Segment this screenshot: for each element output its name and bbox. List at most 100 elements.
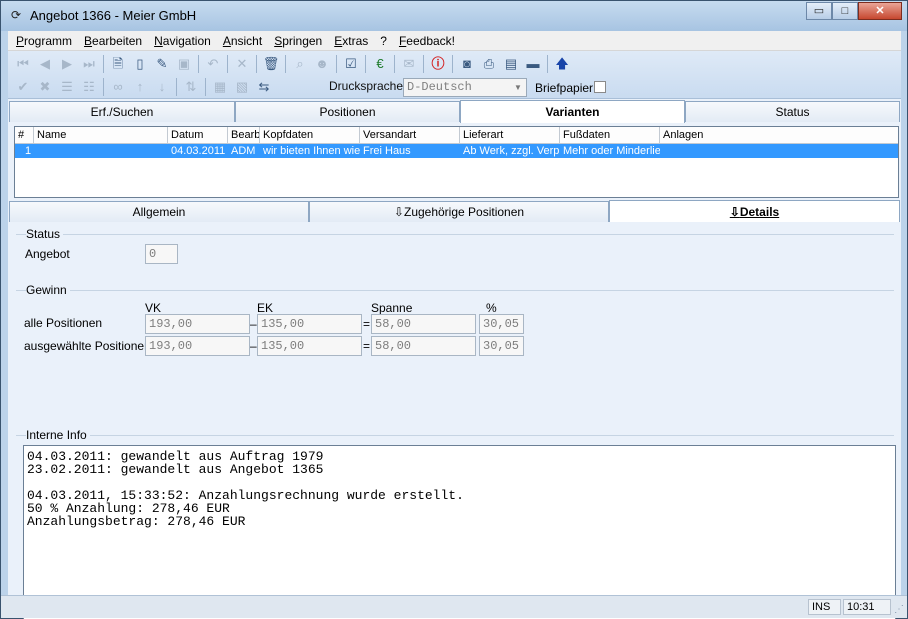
undo-icon[interactable]: ↶ <box>202 54 224 74</box>
menu-programm[interactable]: Programm <box>10 34 78 48</box>
note-icon[interactable]: ▤ <box>500 54 522 74</box>
druck-select[interactable]: D-Deutsch ▼ <box>403 78 527 97</box>
table-cell: 1 <box>25 145 32 157</box>
mail-icon[interactable]: ✉ <box>398 54 420 74</box>
column-header[interactable]: Bearb <box>228 127 260 143</box>
card-icon[interactable]: ▬ <box>522 54 544 74</box>
menu-bearbeiten[interactable]: Bearbeiten <box>78 34 148 48</box>
insert-mode-indicator: INS <box>808 599 841 615</box>
percent-field[interactable]: 30,05 <box>479 336 524 356</box>
column-header[interactable]: Kopfdaten <box>260 127 360 143</box>
toolbar-row-1: ⏮ ◀ ▶ ⏭ 🗎 ▯ ✎ ▣ ↶ ✕ 🗑 ⌕ ☻ ☑ € ✉ ⓘ ◙ ⎙ ▤ … <box>12 53 573 75</box>
tab-positionen[interactable]: Positionen <box>235 101 460 122</box>
last-record-icon[interactable]: ⏭ <box>78 54 100 74</box>
toolbar-separator <box>256 55 257 73</box>
vk-field[interactable]: 193,00 <box>145 336 250 356</box>
variants-grid[interactable]: # Name Datum Bearb Kopfdaten Versandart … <box>14 126 899 198</box>
printer-icon[interactable]: ⎙ <box>478 54 500 74</box>
new-document-icon[interactable]: 🗎 <box>107 54 129 74</box>
previous-record-icon[interactable]: ◀ <box>34 54 56 74</box>
tab-details[interactable]: ⇩Details <box>609 200 900 223</box>
edit-pencil-icon[interactable]: ✎ <box>151 54 173 74</box>
table-cell: wir bieten Ihnen wie <box>263 145 360 157</box>
gewinn-group-title: Gewinn <box>26 283 70 297</box>
ausgewaehlte-positionen-label: ausgewählte Positionen <box>24 339 151 353</box>
cancel-icon[interactable]: ✕ <box>231 54 253 74</box>
arrow-up-icon[interactable]: 🡅 <box>551 54 573 74</box>
ek-field[interactable]: 135,00 <box>257 336 362 356</box>
toolbar-separator <box>176 78 177 96</box>
info-group: Interne Info <box>16 428 894 445</box>
minimize-button[interactable]: ▭ <box>806 2 832 20</box>
menu-navigation[interactable]: Navigation <box>148 34 217 48</box>
table-cell: Ab Werk, zzgl. Verp <box>463 145 560 157</box>
list-cross-icon[interactable]: ☷ <box>78 77 100 97</box>
binoculars-icon[interactable]: ⌕ <box>289 54 311 74</box>
column-header[interactable]: # <box>15 127 34 143</box>
brief-checkbox[interactable] <box>594 81 606 93</box>
ek-field[interactable]: 135,00 <box>257 314 362 334</box>
tab-erf-suchen[interactable]: Erf./Suchen <box>9 101 235 122</box>
interne-info-textarea[interactable]: 04.03.2011: gewandelt aus Auftrag 1979 2… <box>23 445 896 619</box>
chevron-down-icon[interactable]: ▼ <box>510 79 526 96</box>
link-icon[interactable]: ∞ <box>107 77 129 97</box>
tab-zugehoerige-positionen[interactable]: ⇩Zugehörige Positionen <box>309 201 609 222</box>
transfer-icon[interactable]: ⇆ <box>253 77 275 97</box>
column-header[interactable]: Anlagen <box>660 127 896 143</box>
currency-document-icon[interactable]: € <box>369 54 391 74</box>
list-check-icon[interactable]: ☰ <box>56 77 78 97</box>
calculator-icon[interactable]: ▦ <box>209 77 231 97</box>
info-icon[interactable]: ⓘ <box>427 54 449 74</box>
table-row[interactable]: 1 04.03.2011 ADM wir bieten Ihnen wie Fr… <box>15 144 898 158</box>
angebot-field[interactable]: 0 <box>145 244 178 264</box>
blank-document-icon[interactable]: ▯ <box>129 54 151 74</box>
move-up-icon[interactable]: ↑ <box>129 77 151 97</box>
toolbar-separator <box>285 55 286 73</box>
percent-field[interactable]: 30,05 <box>479 314 524 334</box>
spanne-field[interactable]: 58,00 <box>371 336 476 356</box>
search-people-icon[interactable]: ☻ <box>311 54 333 74</box>
sort-icon[interactable]: ⇅ <box>180 77 202 97</box>
column-header[interactable]: Fußdaten <box>560 127 660 143</box>
resize-grip-icon[interactable]: ⋰ <box>893 604 905 616</box>
window-title: Angebot 1366 - Meier GmbH <box>30 8 197 23</box>
title-bar[interactable]: ⟳ Angebot 1366 - Meier GmbH ▭ □ ✕ <box>1 1 907 31</box>
first-record-icon[interactable]: ⏮ <box>12 54 34 74</box>
toolbar-separator <box>227 55 228 73</box>
spanne-column-label: Spanne <box>371 301 413 315</box>
menu-extras[interactable]: Extras <box>328 34 374 48</box>
minus-sign: – <box>250 339 257 353</box>
toolbar-separator <box>198 55 199 73</box>
column-header[interactable]: Versandart <box>360 127 460 143</box>
menu-help[interactable]: ? <box>374 34 393 48</box>
move-down-icon[interactable]: ↓ <box>151 77 173 97</box>
tab-varianten[interactable]: Varianten <box>460 100 685 123</box>
spanne-field[interactable]: 58,00 <box>371 314 476 334</box>
checklist-icon[interactable]: ☑ <box>340 54 362 74</box>
save-icon[interactable]: ▣ <box>173 54 195 74</box>
table-cell: Frei Haus <box>363 145 411 157</box>
toolbar-separator <box>336 55 337 73</box>
tab-allgemein[interactable]: Allgemein <box>9 201 309 222</box>
reject-icon[interactable]: ✖ <box>34 77 56 97</box>
next-record-icon[interactable]: ▶ <box>56 54 78 74</box>
column-header[interactable]: Datum <box>168 127 228 143</box>
menu-feedback[interactable]: Feedback! <box>393 34 461 48</box>
arrow-down-icon: ⇩ <box>393 205 404 219</box>
column-header[interactable]: Lieferart <box>460 127 560 143</box>
menu-springen[interactable]: Springen <box>268 34 328 48</box>
table-cell <box>34 144 168 158</box>
menu-ansicht[interactable]: Ansicht <box>217 34 268 48</box>
column-header[interactable]: Name <box>34 127 168 143</box>
detail-tabs: Allgemein ⇩Zugehörige Positionen ⇩Detail… <box>9 200 900 223</box>
menu-bar: Programm Bearbeiten Navigation Ansicht S… <box>8 31 901 51</box>
tab-status[interactable]: Status <box>685 101 900 122</box>
trash-icon[interactable]: 🗑 <box>260 54 282 74</box>
app-logo-icon[interactable]: ⟳ <box>8 8 24 22</box>
maximize-button[interactable]: □ <box>832 2 858 20</box>
calculator-delete-icon[interactable]: ▧ <box>231 77 253 97</box>
close-button[interactable]: ✕ <box>858 2 902 20</box>
confirm-check-icon[interactable]: ✔ <box>12 77 34 97</box>
vk-field[interactable]: 193,00 <box>145 314 250 334</box>
camera-icon[interactable]: ◙ <box>456 54 478 74</box>
